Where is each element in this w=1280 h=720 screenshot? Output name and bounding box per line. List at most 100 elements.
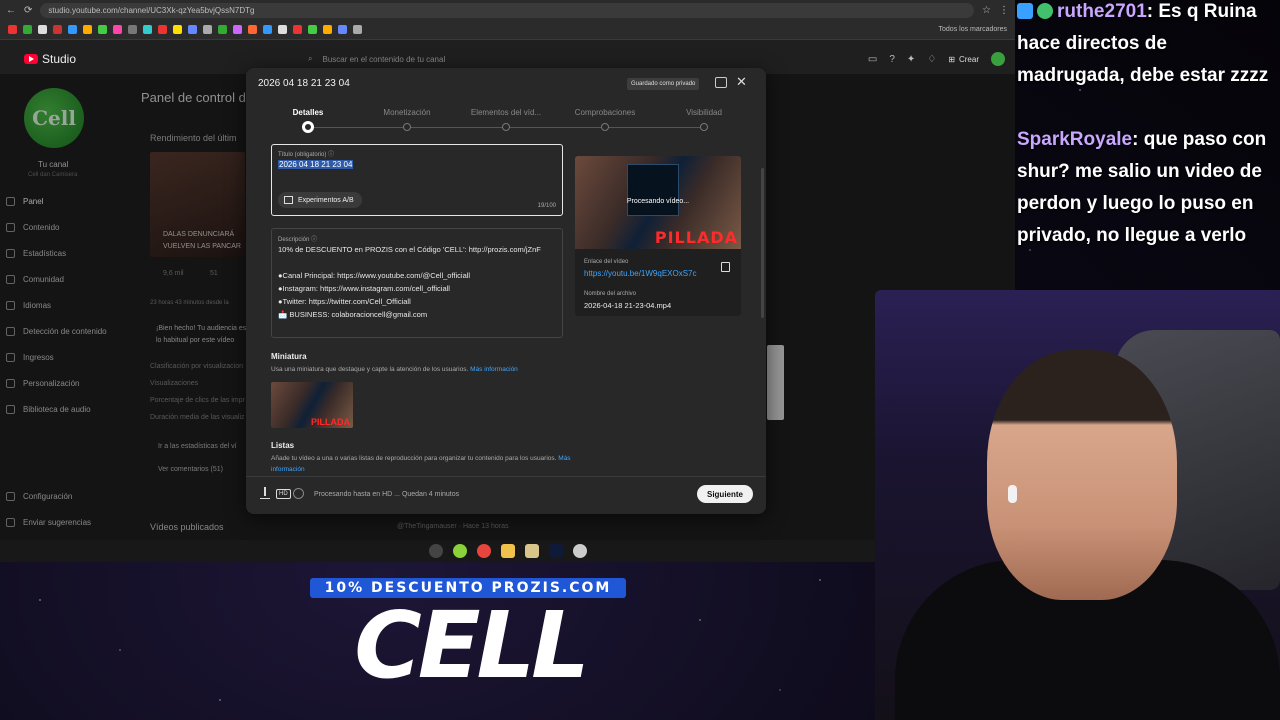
folder-icon[interactable] — [500, 544, 515, 558]
bookmark-icon[interactable] — [68, 25, 77, 34]
chat-message: ruthe2701: Es q Ruina hace directos de m… — [1017, 0, 1279, 92]
step-checks[interactable]: Comprobaciones — [555, 108, 655, 131]
create-button[interactable]: ⊞ Crear — [948, 55, 979, 64]
youtube-play-icon — [24, 54, 38, 64]
upload-stepper: Detalles Monetización Elementos del víd.… — [258, 108, 754, 136]
bookmark-icon[interactable] — [158, 25, 167, 34]
ab-testing-button[interactable]: Experimentos A/B — [278, 192, 362, 208]
description-line: 10% de DESCUENTO en PROZIS con el Código… — [278, 245, 541, 254]
bookmark-icon[interactable] — [23, 25, 32, 34]
checks-icon — [293, 488, 304, 499]
bookmark-icon[interactable] — [38, 25, 47, 34]
thumbnail-option[interactable]: PILLADA — [271, 382, 353, 428]
playlists-desc-text: Añade tu vídeo a una o varias listas de … — [271, 455, 557, 462]
bookmark-icon[interactable] — [53, 25, 62, 34]
ab-test-icon — [284, 196, 293, 204]
title-field[interactable]: Título (obligatorio) ⓘ 2026 04 18 21 23 … — [271, 144, 563, 216]
app-icon[interactable] — [428, 544, 443, 558]
bookmark-icon[interactable] — [203, 25, 212, 34]
processing-status: Procesando hasta en HD ... Quedan 4 minu… — [314, 491, 460, 498]
title-field-label: Título (obligatorio) ⓘ — [278, 149, 334, 158]
bookmark-icon[interactable] — [233, 25, 242, 34]
info-icon[interactable]: ⓘ — [311, 237, 317, 243]
bookmark-icon[interactable] — [308, 25, 317, 34]
app-icon[interactable] — [452, 544, 467, 558]
bookmark-icon[interactable] — [218, 25, 227, 34]
hd-icon: HD — [276, 489, 291, 499]
bookmark-icon[interactable] — [263, 25, 272, 34]
bookmark-icon[interactable] — [188, 25, 197, 34]
description-line: ●Canal Principal: https://www.youtube.co… — [278, 271, 471, 280]
copy-icon[interactable] — [721, 262, 730, 272]
dialog-title: 2026 04 18 21 23 04 — [258, 78, 350, 89]
app-icon[interactable] — [572, 544, 587, 558]
step-details[interactable]: Detalles — [258, 108, 358, 133]
bookmark-icon[interactable] — [128, 25, 137, 34]
filename-label: Nombre del archivo — [584, 291, 637, 297]
close-icon[interactable]: ✕ — [736, 74, 747, 90]
bookmark-icon[interactable] — [353, 25, 362, 34]
help-icon[interactable]: ? — [889, 54, 895, 65]
studio-logo-text: Studio — [42, 52, 77, 66]
step-monetization[interactable]: Monetización — [357, 108, 457, 131]
processing-label: Procesando vídeo... — [626, 198, 690, 205]
bookmark-icon[interactable] — [98, 25, 107, 34]
thumbnail-desc-text: Usa una miniatura que destaque y capte l… — [271, 366, 469, 373]
preview-screen — [627, 164, 679, 216]
filename-value: 2026-04-18 21-23-04.mp4 — [584, 301, 672, 310]
bookmark-icon[interactable] — [8, 25, 17, 34]
saved-status-badge: Guardado como privado — [627, 78, 700, 90]
bookmark-icon[interactable] — [278, 25, 287, 34]
description-line: 📩 BUSINESS: colaboracioncell@gmail.com — [278, 310, 428, 319]
step-label: Detalles — [292, 108, 324, 117]
bookmark-icon[interactable] — [83, 25, 92, 34]
description-field-label: Descripción ⓘ — [278, 234, 317, 243]
messages-icon[interactable]: ▭ — [868, 54, 877, 65]
account-avatar[interactable] — [991, 52, 1005, 66]
browser-window: ← ⟳ studio.youtube.com/channel/UC3Xk-qzY… — [0, 0, 1015, 562]
all-bookmarks-folder[interactable]: Todos los marcadores — [939, 26, 1007, 33]
bookmark-icon[interactable] — [113, 25, 122, 34]
bookmark-icon[interactable] — [173, 25, 182, 34]
badge-icon — [1037, 3, 1053, 19]
bookmark-icon[interactable] — [143, 25, 152, 34]
step-label: Visibilidad — [686, 108, 722, 117]
studio-logo[interactable]: Studio — [24, 52, 76, 66]
thumbnail-learn-more-link[interactable]: Más información — [470, 366, 518, 373]
thumbnail-section-desc: Usa una miniatura que destaque y capte l… — [271, 364, 571, 375]
bookmark-icon[interactable] — [338, 25, 347, 34]
back-icon[interactable]: ← — [6, 5, 16, 16]
step-visibility[interactable]: Visibilidad — [654, 108, 754, 131]
chrome-icon[interactable] — [476, 544, 491, 558]
bookmark-icon[interactable] — [293, 25, 302, 34]
notifications-icon[interactable]: ♢ — [927, 54, 936, 65]
info-icon[interactable]: ⓘ — [328, 152, 334, 158]
app-icon[interactable] — [524, 544, 539, 558]
sparkle-icon[interactable]: ✦ — [907, 54, 915, 65]
step-label: Elementos del víd... — [470, 108, 542, 117]
address-bar[interactable]: studio.youtube.com/channel/UC3Xk-qzYea5b… — [40, 2, 975, 18]
scrollbar[interactable] — [761, 168, 764, 318]
playlists-section-desc: Añade tu vídeo a una o varias listas de … — [271, 453, 571, 475]
extensions-icon[interactable]: ⋮ — [999, 5, 1009, 16]
reload-icon[interactable]: ⟳ — [24, 5, 32, 16]
channel-logo: CELL — [354, 592, 590, 699]
create-icon: ⊞ — [948, 54, 955, 64]
video-link-label: Enlace del vídeo — [584, 259, 629, 265]
ab-testing-label: Experimentos A/B — [298, 196, 354, 204]
title-input-value[interactable]: 2026 04 18 21 23 04 — [278, 160, 354, 169]
video-preview[interactable]: Procesando vídeo... PILLADA — [575, 156, 741, 249]
channel-search[interactable]: ⌕ Buscar en el contenido de tu canal — [300, 48, 700, 70]
star-icon[interactable]: ☆ — [982, 5, 991, 16]
bookmark-icon[interactable] — [248, 25, 257, 34]
photoshop-icon[interactable] — [548, 544, 563, 558]
search-placeholder: Buscar en el contenido de tu canal — [322, 54, 446, 64]
step-video-elements[interactable]: Elementos del víd... — [456, 108, 556, 131]
description-field[interactable]: Descripción ⓘ 10% de DESCUENTO en PROZIS… — [271, 228, 563, 338]
video-details-dialog: 2026 04 18 21 23 04 Guardado como privad… — [246, 68, 766, 514]
bookmark-icon[interactable] — [323, 25, 332, 34]
video-link[interactable]: https://youtu.be/1W9qEXOxS7c — [584, 269, 702, 278]
next-button[interactable]: Siguiente — [696, 485, 753, 503]
report-issue-icon[interactable] — [715, 77, 727, 88]
chat-username: SparkRoyale — [1017, 129, 1133, 150]
